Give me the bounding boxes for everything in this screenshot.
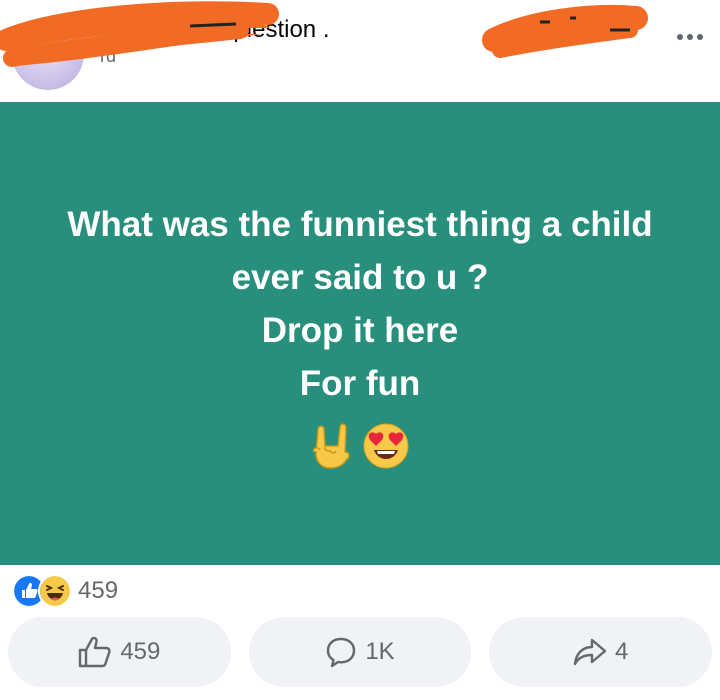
author-avatar[interactable]: [12, 18, 84, 90]
share-button[interactable]: 4: [489, 617, 713, 687]
author-name[interactable]: eo: [100, 16, 128, 43]
post-emoji-row: [310, 422, 410, 470]
post-question-card[interactable]: What was the funniest thing a child ever…: [0, 102, 720, 565]
action-text: asked a question .: [128, 16, 330, 43]
reaction-count: 459: [78, 577, 119, 604]
reaction-summary[interactable]: 459: [12, 574, 118, 608]
post-text-line: ever said to u ?: [231, 257, 489, 297]
comment-button[interactable]: 1K: [248, 617, 472, 687]
thumbs-up-icon: [79, 636, 111, 668]
post-text-line: For fun: [299, 363, 421, 403]
like-button[interactable]: 459: [8, 617, 231, 687]
more-options-icon[interactable]: [670, 22, 710, 52]
post-text-line: What was the funniest thing a child: [67, 204, 653, 244]
post-headline: eo asked a question .: [100, 16, 329, 44]
post-subline: rd: [100, 46, 117, 66]
post-text-line: Drop it here: [261, 310, 459, 350]
like-count: 459: [120, 638, 161, 665]
share-count: 4: [615, 638, 629, 665]
comment-icon: [327, 637, 356, 668]
post-header: rd eo asked a question .: [0, 0, 720, 102]
haha-icon: [38, 574, 72, 608]
share-icon: [573, 638, 607, 666]
comment-count: 1K: [365, 638, 395, 665]
action-bar: 459 1K 4: [8, 617, 713, 687]
sign-of-horns-icon: [312, 423, 350, 469]
redaction-scribble-right: [482, 4, 648, 58]
heart-eyes-icon: [363, 423, 409, 468]
